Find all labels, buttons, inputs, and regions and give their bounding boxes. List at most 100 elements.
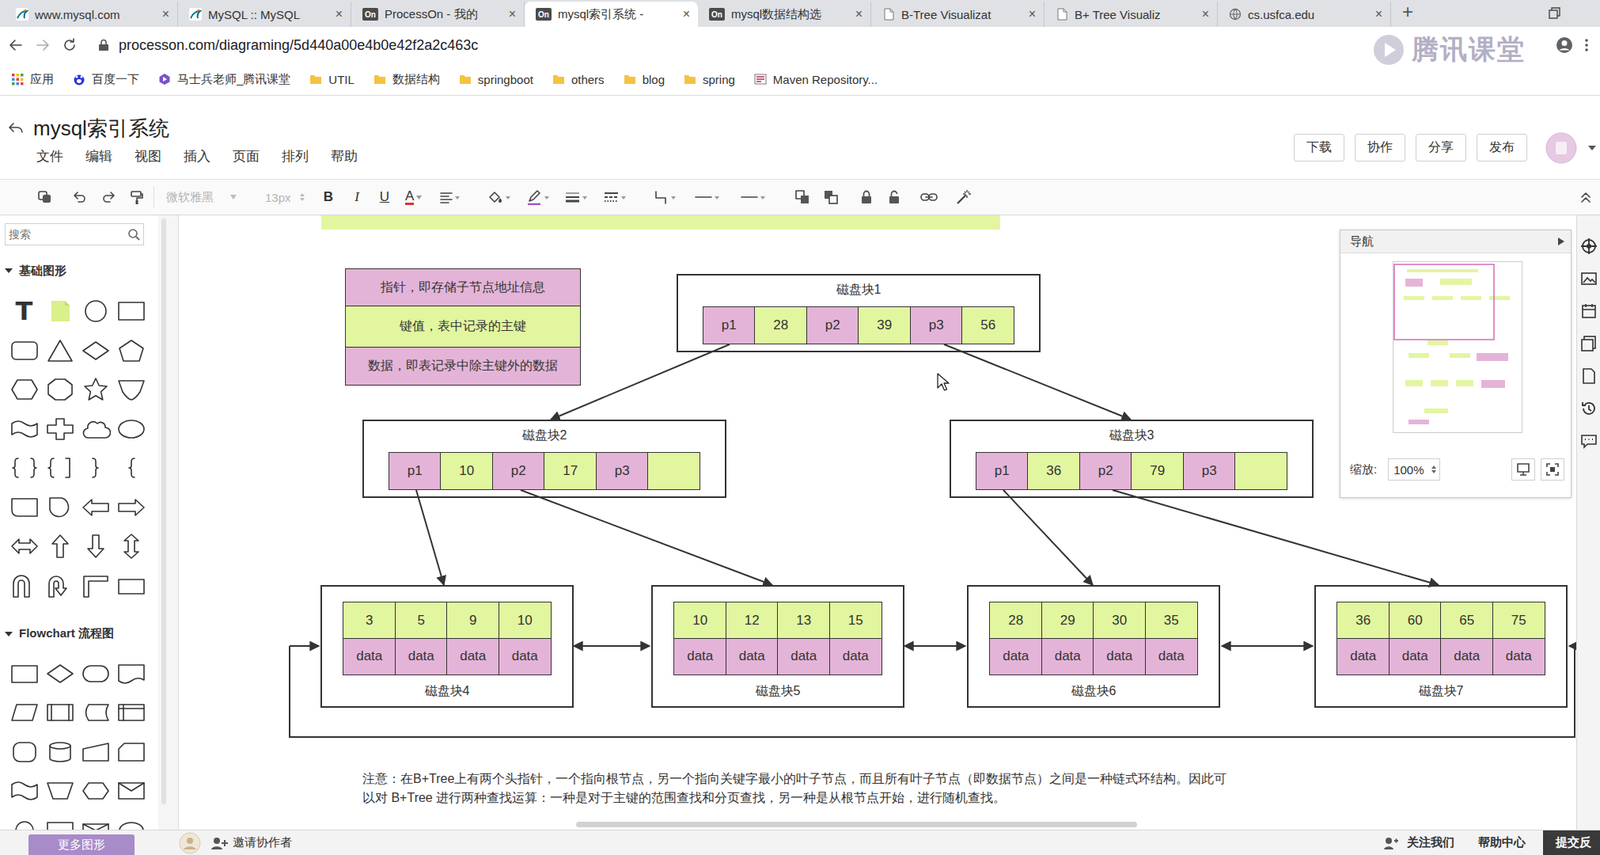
shape-icon[interactable] (9, 337, 40, 364)
calendar-icon[interactable] (1580, 302, 1598, 320)
bookmark[interactable]: springboot (458, 72, 534, 87)
bookmark[interactable]: others (552, 72, 605, 87)
profile-icon[interactable] (1555, 36, 1574, 54)
font-size-field[interactable]: 13px (263, 190, 307, 205)
navigator-thumbnail-icon[interactable] (1392, 261, 1523, 433)
disk-block[interactable]: 28293035datadatadatadata磁盘块6 (966, 584, 1221, 708)
tab-close-button[interactable]: × (855, 7, 863, 22)
key-cell[interactable]: 30 (1092, 601, 1146, 639)
zoom-field[interactable]: 100% (1387, 458, 1441, 481)
bookmark[interactable]: UTIL (309, 72, 355, 87)
shape-icon[interactable] (116, 777, 147, 804)
more-shapes-button[interactable]: 更多图形 (28, 834, 135, 855)
shape-icon[interactable] (116, 572, 147, 599)
fit-screen-icon[interactable] (1511, 458, 1536, 481)
italic-button[interactable]: I (351, 189, 363, 205)
disk-block[interactable]: 磁盘块1p128p239p356 (676, 273, 1041, 353)
back-arrow-icon[interactable] (7, 120, 24, 137)
forward-icon[interactable] (34, 37, 51, 54)
footer-link[interactable]: 帮助中心 (1478, 834, 1526, 850)
bookmark[interactable]: 数据结构 (373, 72, 440, 88)
shape-icon[interactable] (45, 817, 76, 831)
key-cell[interactable]: 35 (1145, 601, 1199, 639)
disk-block[interactable]: 磁盘块2p110p217p3 (362, 419, 727, 498)
key-cell[interactable]: 15 (829, 601, 883, 639)
shape-icon[interactable] (80, 777, 111, 804)
tab-close-button[interactable]: × (162, 7, 170, 22)
expand-arrow-icon[interactable] (4, 629, 13, 638)
feedback-button[interactable]: 提交反 (1543, 830, 1600, 855)
navigator-icon[interactable] (1580, 237, 1598, 255)
shape-icon[interactable] (80, 660, 111, 687)
key-cell[interactable]: 9 (446, 601, 500, 639)
menu-item[interactable]: 页面 (232, 147, 282, 166)
pages-icon[interactable] (1580, 334, 1598, 353)
bookmark[interactable]: blog (623, 72, 665, 87)
data-cell[interactable]: data (446, 637, 500, 675)
tab-close-button[interactable]: × (508, 7, 516, 22)
bookmark[interactable]: spring (683, 72, 736, 87)
key-cell[interactable]: 10 (673, 601, 727, 639)
document-icon[interactable] (1580, 367, 1598, 385)
shape-icon[interactable] (116, 376, 147, 402)
shape-icon[interactable] (116, 298, 147, 324)
note[interactable]: 注意：在B+Tree上有两个头指针，一个指向根节点，另一个指向关键字最小的叶子节… (362, 769, 1237, 808)
canvas-scrollbar[interactable] (576, 821, 1138, 827)
disk-block[interactable]: 10121315datadatadatadata磁盘块5 (651, 584, 905, 708)
font-family-select[interactable]: 微软雅黑 (163, 189, 240, 205)
undo-icon[interactable] (72, 189, 88, 205)
comment-icon[interactable] (1580, 432, 1598, 450)
data-cell[interactable]: data (673, 637, 727, 675)
image-icon[interactable] (1580, 269, 1598, 288)
pointer-cell[interactable]: p3 (909, 306, 964, 345)
invite-icon[interactable] (210, 835, 228, 850)
shape-icon[interactable] (45, 454, 76, 481)
new-tab-button[interactable]: + (1402, 0, 1414, 23)
disk-block[interactable]: 磁盘块3p136p279p3 (949, 419, 1314, 498)
collapse-arrow-icon[interactable] (1558, 237, 1565, 246)
section-header[interactable]: 基础图形 (0, 261, 159, 281)
scroll-thumb[interactable] (161, 218, 167, 804)
key-cell[interactable]: 36 (1027, 451, 1081, 490)
header-button[interactable]: 分享 (1415, 133, 1467, 162)
data-cell[interactable]: data (342, 637, 396, 675)
url-field[interactable]: processon.com/diagraming/5d440a00e4b0e42… (88, 30, 1545, 60)
shape-icon[interactable] (45, 572, 76, 599)
legend[interactable]: 指针，即存储子节点地址信息键值，表中记录的主键数据，即表记录中除主键外的数据 (345, 268, 581, 386)
bring-front-icon[interactable] (794, 189, 811, 205)
browser-tab[interactable]: cs.usfca.edu× (1217, 1, 1392, 27)
shape-icon[interactable] (80, 337, 111, 364)
shape-icon[interactable] (45, 533, 76, 559)
shape-icon[interactable] (45, 660, 76, 687)
legend-item[interactable]: 键值，表中记录的主键 (345, 305, 581, 349)
lock-icon[interactable] (859, 189, 874, 205)
user-avatar-icon[interactable] (178, 831, 201, 854)
document-title[interactable]: mysql索引系统 (33, 114, 170, 143)
shape-icon[interactable] (80, 298, 111, 324)
key-cell[interactable]: 10 (498, 601, 552, 639)
font-color-button[interactable]: A (405, 189, 422, 205)
shape-icon[interactable] (9, 699, 40, 725)
shape-icon[interactable] (80, 376, 111, 402)
shape-icon[interactable] (116, 699, 147, 725)
bold-button[interactable]: B (322, 189, 334, 205)
shape-icon[interactable] (116, 494, 147, 520)
shape-icon[interactable] (9, 817, 40, 831)
magic-wand-icon[interactable] (955, 189, 971, 205)
tab-close-button[interactable]: × (1201, 7, 1210, 22)
redo-icon[interactable] (100, 189, 117, 205)
unlock-icon[interactable] (887, 189, 902, 205)
key-cell[interactable]: 56 (961, 306, 1015, 345)
data-cell[interactable]: data (989, 637, 1043, 675)
pointer-cell[interactable]: p1 (975, 451, 1029, 490)
browser-tab[interactable]: Onmysql数据结构选× (697, 1, 872, 27)
shape-icon[interactable] (80, 494, 111, 520)
data-cell[interactable]: data (1092, 637, 1146, 675)
shape-icon[interactable] (45, 739, 76, 765)
key-cell[interactable]: 29 (1041, 601, 1095, 639)
shape-icon[interactable] (80, 533, 111, 559)
shape-icon[interactable] (9, 777, 40, 804)
bookmark[interactable]: 应用 (11, 72, 54, 88)
shape-icon[interactable] (9, 376, 40, 402)
line-width-icon[interactable] (564, 189, 588, 205)
